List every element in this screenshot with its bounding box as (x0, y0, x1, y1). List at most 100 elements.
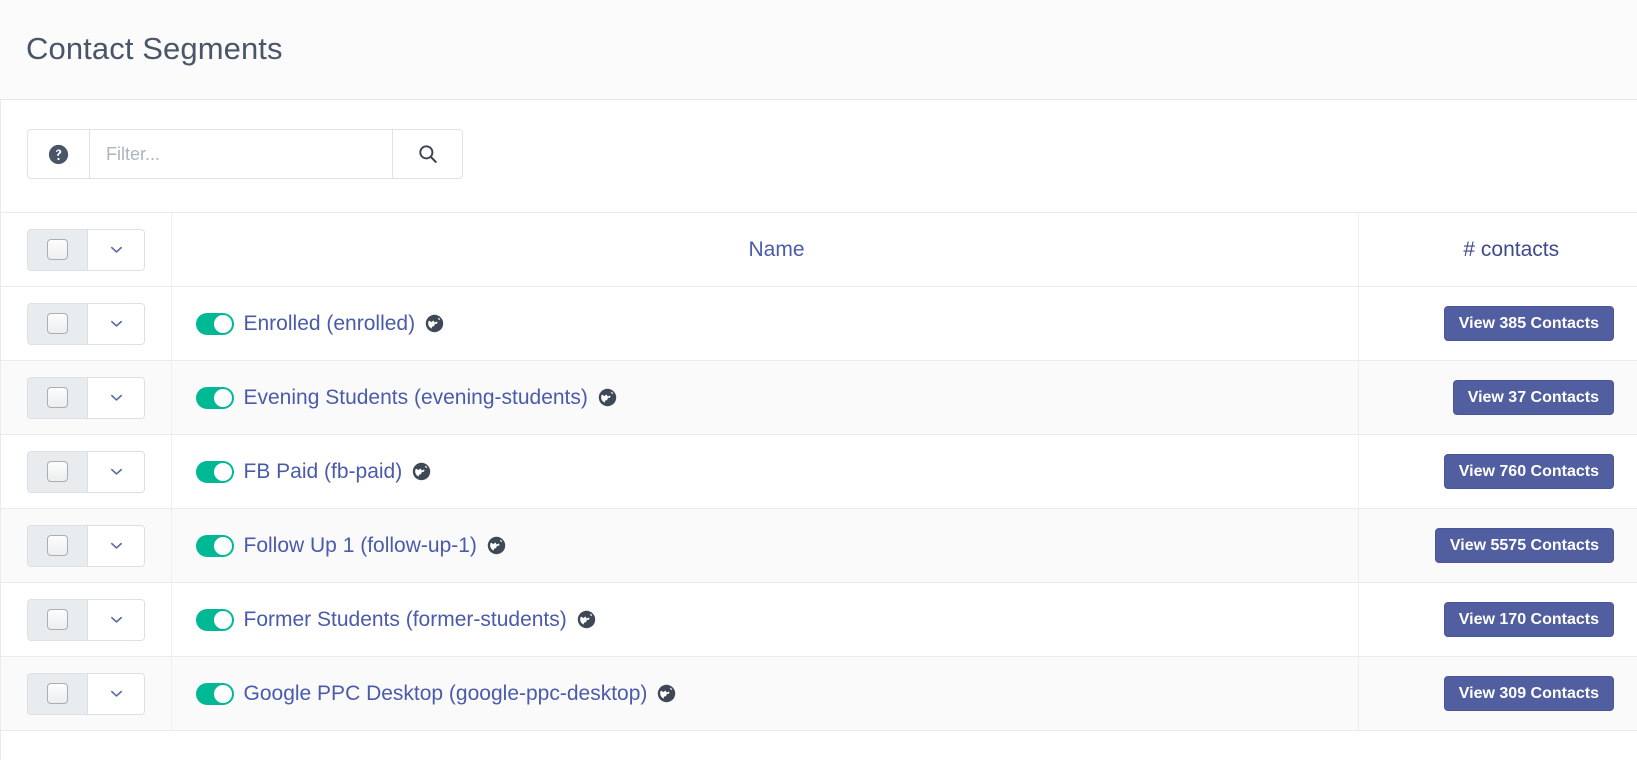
view-contacts-button[interactable]: View 760 Contacts (1443, 453, 1614, 490)
segment-name-link[interactable]: Evening Students (evening-students) (244, 386, 588, 410)
column-header-name[interactable]: Name (172, 238, 1358, 262)
row-select-group[interactable] (27, 450, 145, 493)
chevron-down-icon (110, 468, 122, 475)
filter-input-group (27, 129, 463, 179)
filter-help-button[interactable] (27, 129, 90, 179)
row-checkbox[interactable] (28, 377, 88, 418)
row-checkbox[interactable] (28, 673, 88, 714)
publish-toggle[interactable] (195, 682, 234, 705)
segment-name-wrap: Enrolled (enrolled) (172, 312, 1358, 336)
row-dropdown-toggle[interactable] (88, 377, 144, 418)
page-header: Contact Segments (0, 0, 1637, 100)
chevron-down-icon (110, 690, 122, 697)
globe-icon (598, 388, 617, 407)
row-name-cell: FB Paid (fb-paid) (171, 434, 1359, 509)
select-all-checkbox[interactable] (28, 229, 88, 270)
row-dropdown-toggle[interactable] (88, 525, 144, 566)
table-row: FB Paid (fb-paid) View 760 Contacts (1, 434, 1637, 509)
view-contacts-button[interactable]: View 385 Contacts (1443, 305, 1614, 342)
segment-name-link[interactable]: Enrolled (enrolled) (244, 312, 416, 336)
question-circle-icon (48, 144, 69, 164)
row-contacts-cell: View 385 Contacts (1358, 286, 1637, 361)
segment-name-link[interactable]: Google PPC Desktop (google-ppc-desktop) (244, 682, 648, 706)
chevron-down-icon (110, 394, 122, 401)
table-row: Enrolled (enrolled) View 385 Contacts (1, 286, 1637, 361)
row-checkbox[interactable] (28, 303, 88, 344)
view-contacts-button[interactable]: View 5575 Contacts (1434, 527, 1614, 564)
page-root: Contact Segments Filter... Name # contac… (0, 0, 1637, 760)
row-select-cell (1, 656, 172, 731)
checkbox-box (47, 313, 68, 334)
segment-name-wrap: Google PPC Desktop (google-ppc-desktop) (172, 682, 1358, 706)
globe-icon (577, 610, 595, 629)
row-name-cell: Former Students (former-students) (171, 582, 1359, 657)
chevron-down-icon (110, 616, 122, 623)
chevron-down-icon (110, 246, 122, 253)
segment-name-wrap: Former Students (former-students) (172, 608, 1358, 632)
segment-name-link[interactable]: FB Paid (fb-paid) (244, 460, 403, 484)
row-select-cell (1, 508, 172, 583)
table-body: Enrolled (enrolled) View 385 Contacts Ev… (1, 286, 1637, 731)
row-dropdown-toggle[interactable] (88, 451, 144, 492)
segment-name-wrap: Evening Students (evening-students) (172, 386, 1358, 410)
publish-toggle[interactable] (195, 312, 234, 335)
contacts-action-wrap: View 170 Contacts (1359, 601, 1637, 638)
header-contacts-cell: # contacts (1358, 212, 1637, 287)
row-select-group[interactable] (27, 376, 145, 419)
view-contacts-button[interactable]: View 309 Contacts (1443, 675, 1614, 712)
row-contacts-cell: View 309 Contacts (1358, 656, 1637, 731)
row-contacts-cell: View 37 Contacts (1358, 360, 1637, 435)
chevron-down-icon (110, 320, 122, 327)
header-name-cell[interactable]: Name (171, 212, 1359, 287)
view-contacts-button[interactable]: View 37 Contacts (1452, 379, 1614, 416)
segment-name-link[interactable]: Former Students (former-students) (244, 608, 567, 632)
row-checkbox[interactable] (28, 599, 88, 640)
table-header-row: Name # contacts (1, 212, 1637, 287)
row-contacts-cell: View 5575 Contacts (1358, 508, 1637, 583)
row-dropdown-toggle[interactable] (88, 303, 144, 344)
select-all-dropdown-toggle[interactable] (88, 229, 144, 270)
row-select-group[interactable] (27, 598, 145, 641)
publish-toggle[interactable] (195, 460, 234, 483)
table-row: Follow Up 1 (follow-up-1) View 5575 Cont… (1, 508, 1637, 583)
contacts-action-wrap: View 37 Contacts (1359, 379, 1637, 416)
checkbox-box (47, 461, 68, 482)
row-checkbox[interactable] (28, 525, 88, 566)
row-dropdown-toggle[interactable] (88, 673, 144, 714)
row-name-cell: Follow Up 1 (follow-up-1) (171, 508, 1359, 583)
row-contacts-cell: View 760 Contacts (1358, 434, 1637, 509)
row-contacts-cell: View 170 Contacts (1358, 582, 1637, 657)
select-all-group[interactable] (27, 228, 145, 271)
publish-toggle[interactable] (195, 534, 234, 557)
row-select-group[interactable] (27, 302, 145, 345)
segments-table: Name # contacts Enrolled (enrolled) View… (1, 212, 1637, 731)
filter-input[interactable] (90, 129, 392, 179)
table-row: Google PPC Desktop (google-ppc-desktop) … (1, 656, 1637, 731)
row-select-cell (1, 286, 172, 361)
table-head: Name # contacts (1, 212, 1637, 287)
row-select-cell (1, 434, 172, 509)
publish-toggle[interactable] (195, 608, 234, 631)
header-select-cell (1, 212, 172, 287)
segment-name-wrap: Follow Up 1 (follow-up-1) (172, 534, 1358, 558)
row-name-cell: Evening Students (evening-students) (171, 360, 1359, 435)
globe-icon (658, 684, 676, 703)
contacts-action-wrap: View 309 Contacts (1359, 675, 1637, 712)
checkbox-box (47, 387, 68, 408)
content-panel: Name # contacts (0, 100, 1637, 760)
row-checkbox[interactable] (28, 451, 88, 492)
row-name-cell: Enrolled (enrolled) (171, 286, 1359, 361)
search-icon (418, 145, 437, 163)
publish-toggle[interactable] (195, 386, 234, 409)
globe-icon (413, 462, 431, 481)
view-contacts-button[interactable]: View 170 Contacts (1443, 601, 1614, 638)
page-title: Contact Segments (26, 31, 283, 67)
row-select-group[interactable] (27, 672, 145, 715)
row-select-group[interactable] (27, 524, 145, 567)
checkbox-box (47, 683, 68, 704)
checkbox-box (47, 239, 68, 260)
filter-search-button[interactable] (392, 129, 463, 179)
row-dropdown-toggle[interactable] (88, 599, 144, 640)
globe-icon (487, 536, 506, 555)
segment-name-link[interactable]: Follow Up 1 (follow-up-1) (244, 534, 477, 558)
